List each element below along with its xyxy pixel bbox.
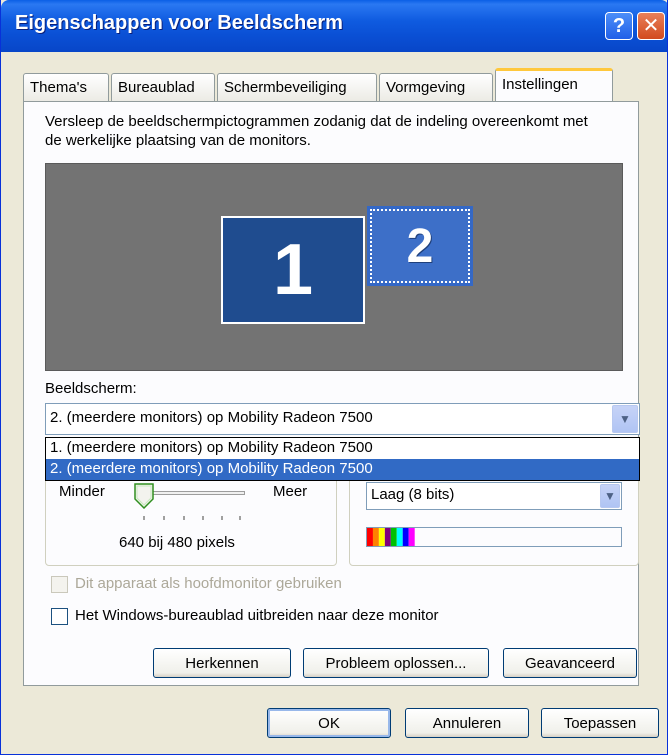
dropdown-option[interactable]: 1. (meerdere monitors) op Mobility Radeo… bbox=[46, 438, 639, 459]
ok-button[interactable]: OK bbox=[267, 708, 391, 738]
slider-tick bbox=[202, 516, 204, 520]
display-label: Beeldscherm: bbox=[45, 380, 137, 397]
cancel-button[interactable]: Annuleren bbox=[405, 708, 529, 738]
close-button[interactable]: ✕ bbox=[637, 12, 665, 40]
troubleshoot-button-label: Probleem oplossen... bbox=[325, 654, 467, 672]
tab-themes[interactable]: Thema's bbox=[23, 73, 109, 101]
display-selected-value: 2. (meerdere monitors) op Mobility Radeo… bbox=[50, 409, 373, 426]
monitor-2-number: 2 bbox=[406, 219, 434, 273]
close-icon: ✕ bbox=[642, 15, 660, 37]
extend-desktop-label: Het Windows-bureaublad uitbreiden naar d… bbox=[75, 607, 439, 624]
color-quality-select[interactable]: Laag (8 bits) ▼ bbox=[366, 482, 622, 510]
title-bar[interactable]: Eigenschappen voor Beeldscherm ? ✕ bbox=[1, 0, 667, 52]
arrange-description: Versleep de beeldschermpictogrammen zoda… bbox=[45, 113, 588, 149]
resolution-more-label: Meer bbox=[273, 483, 308, 500]
slider-tick bbox=[239, 516, 241, 520]
slider-tick bbox=[183, 516, 185, 520]
tab-label: Vormgeving bbox=[386, 79, 466, 96]
tab-screensaver[interactable]: Schermbeveiliging bbox=[217, 73, 377, 101]
resolution-slider-track[interactable] bbox=[139, 491, 245, 495]
tab-settings[interactable]: Instellingen bbox=[495, 68, 613, 101]
color-quality-value: Laag (8 bits) bbox=[371, 486, 455, 503]
display-dropdown-list: 1. (meerdere monitors) op Mobility Radeo… bbox=[45, 437, 640, 481]
tab-label: Thema's bbox=[30, 79, 88, 96]
apply-button-label: Toepassen bbox=[563, 714, 637, 732]
chevron-down-icon[interactable]: ▼ bbox=[600, 484, 620, 508]
monitor-1-icon[interactable]: 1 bbox=[221, 216, 365, 324]
monitor-arrangement-area: 1 2 bbox=[45, 163, 623, 371]
resolution-value: 640 bij 480 pixels bbox=[119, 534, 235, 551]
extend-desktop-checkbox[interactable] bbox=[51, 608, 68, 625]
tab-desktop[interactable]: Bureaublad bbox=[111, 73, 215, 101]
chevron-down-icon[interactable]: ▼ bbox=[612, 405, 638, 433]
resolution-less-label: Minder bbox=[59, 483, 105, 500]
advanced-button-label: Geavanceerd bbox=[524, 654, 616, 672]
display-select[interactable]: 2. (meerdere monitors) op Mobility Radeo… bbox=[45, 403, 640, 435]
monitor-1-number: 1 bbox=[272, 230, 314, 310]
display-properties-window: Eigenschappen voor Beeldscherm ? ✕ Thema… bbox=[0, 0, 668, 755]
monitor-2-icon[interactable]: 2 bbox=[367, 206, 473, 286]
slider-tick bbox=[221, 516, 223, 520]
ok-button-label: OK bbox=[318, 714, 340, 732]
cancel-button-label: Annuleren bbox=[432, 714, 502, 732]
advanced-button[interactable]: Geavanceerd bbox=[503, 648, 637, 678]
primary-monitor-checkbox[interactable] bbox=[51, 576, 68, 593]
resolution-slider-thumb[interactable] bbox=[134, 483, 154, 509]
slider-tick bbox=[143, 516, 145, 520]
apply-button[interactable]: Toepassen bbox=[541, 708, 659, 738]
troubleshoot-button[interactable]: Probleem oplossen... bbox=[303, 648, 489, 678]
tab-label: Instellingen bbox=[502, 76, 578, 93]
tab-label: Bureaublad bbox=[118, 79, 195, 96]
color-spectrum-bar bbox=[366, 527, 622, 547]
tab-appearance[interactable]: Vormgeving bbox=[379, 73, 493, 101]
help-button[interactable]: ? bbox=[605, 12, 633, 40]
slider-tick bbox=[163, 516, 165, 520]
primary-monitor-label: Dit apparaat als hoofdmonitor gebruiken bbox=[75, 575, 342, 592]
dropdown-option-selected[interactable]: 2. (meerdere monitors) op Mobility Radeo… bbox=[46, 459, 639, 480]
identify-button-label: Herkennen bbox=[185, 654, 259, 672]
tab-label: Schermbeveiliging bbox=[224, 79, 347, 96]
identify-button[interactable]: Herkennen bbox=[153, 648, 291, 678]
window-title: Eigenschappen voor Beeldscherm bbox=[15, 12, 343, 34]
help-icon: ? bbox=[612, 15, 626, 37]
